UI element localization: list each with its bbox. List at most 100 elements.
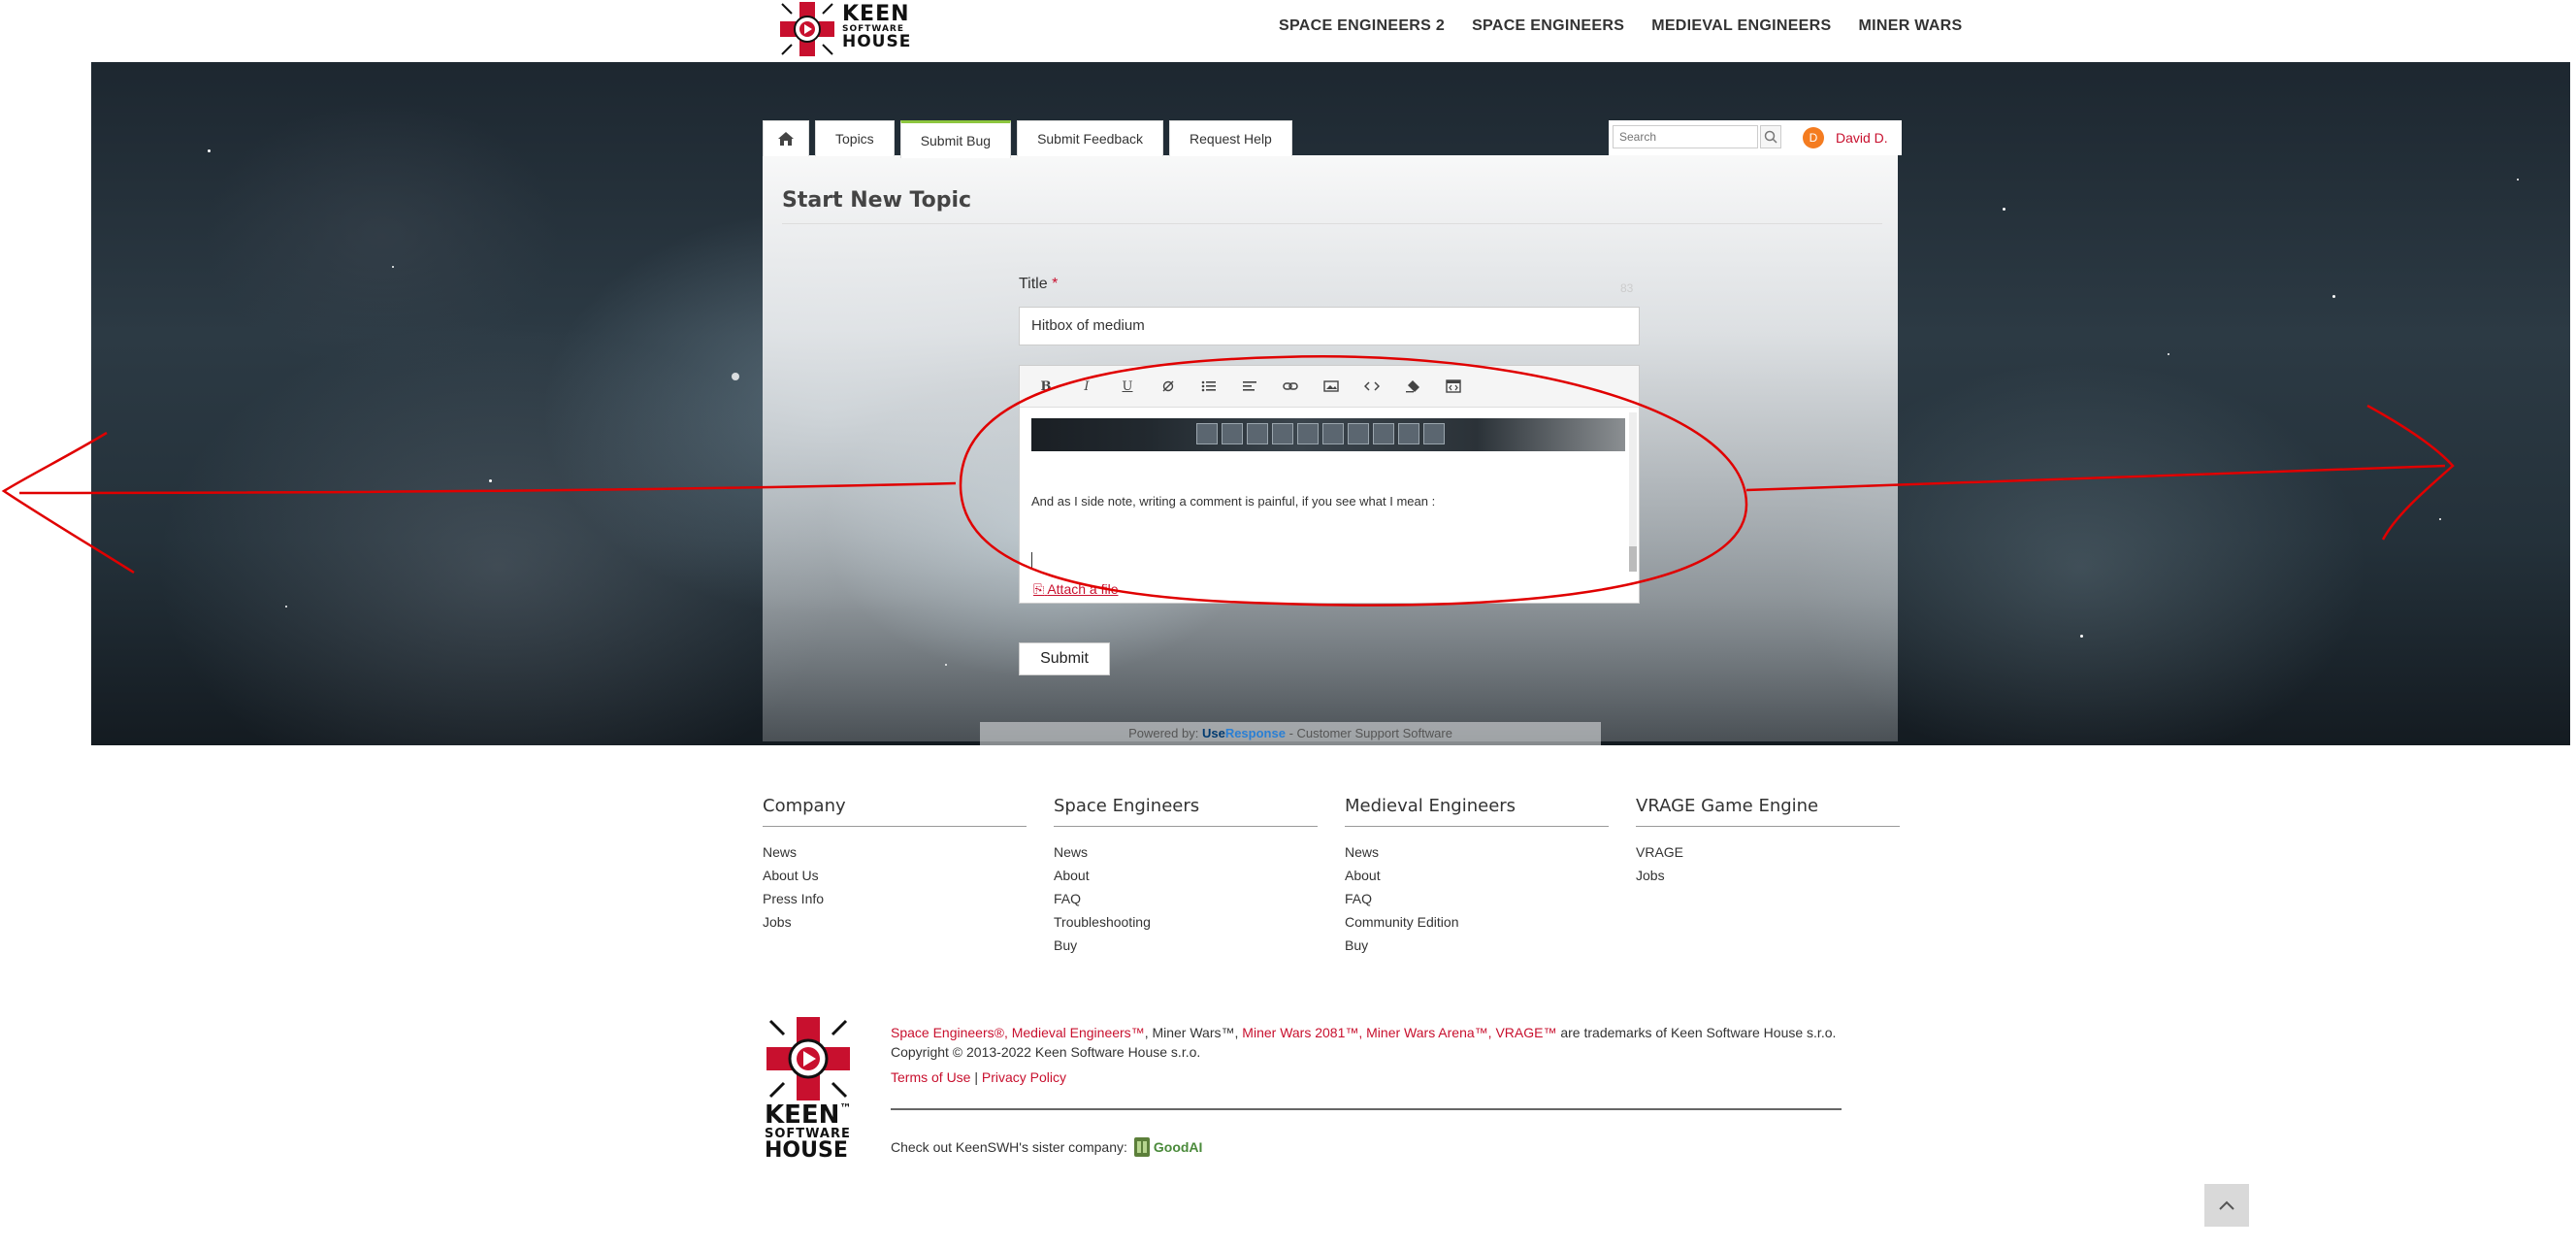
footer-column-medieval-engineers: Medieval Engineers News About FAQ Commun… bbox=[1345, 796, 1609, 957]
toolbar-slot bbox=[1322, 423, 1344, 444]
title-input[interactable]: Hitbox of medium bbox=[1019, 307, 1640, 345]
rich-text-editor[interactable]: B I U And as I side note, writing a comm… bbox=[1019, 365, 1640, 604]
submit-button[interactable]: Submit bbox=[1019, 642, 1110, 675]
strikethrough-button[interactable] bbox=[1148, 372, 1189, 401]
tab-submit-bug[interactable]: Submit Bug bbox=[899, 120, 1012, 158]
goodai-logo-icon bbox=[1133, 1137, 1150, 1157]
footer-link[interactable]: Jobs bbox=[763, 910, 1027, 934]
footer-column-title: VRAGE Game Engine bbox=[1636, 796, 1900, 827]
tab-home[interactable] bbox=[763, 120, 809, 156]
code-icon bbox=[1364, 381, 1380, 391]
embed-icon bbox=[1446, 379, 1461, 393]
align-button[interactable] bbox=[1229, 372, 1270, 401]
tab-topics[interactable]: Topics bbox=[815, 120, 895, 156]
nav-space-engineers-2[interactable]: SPACE ENGINEERS 2 bbox=[1279, 17, 1445, 35]
star bbox=[2517, 179, 2519, 181]
editor-scroll-thumb[interactable] bbox=[1629, 546, 1637, 572]
privacy-link[interactable]: Privacy Policy bbox=[982, 1069, 1066, 1085]
star bbox=[392, 266, 394, 268]
eraser-icon bbox=[1406, 380, 1419, 393]
search-input[interactable] bbox=[1613, 125, 1758, 148]
user-name-link[interactable]: David D. bbox=[1836, 130, 1888, 146]
star bbox=[2332, 295, 2335, 298]
toolbar-slot bbox=[1398, 423, 1419, 444]
star bbox=[208, 149, 211, 152]
topic-tabs: Topics Submit Bug Submit Feedback Reques… bbox=[763, 120, 1292, 158]
top-navigation: SPACE ENGINEERS 2 SPACE ENGINEERS MEDIEV… bbox=[1279, 17, 1963, 35]
star bbox=[2080, 635, 2083, 638]
keen-logo[interactable]: KEEN SOFTWARE HOUSE bbox=[778, 0, 914, 58]
list-button[interactable] bbox=[1189, 372, 1229, 401]
nav-space-engineers[interactable]: SPACE ENGINEERS bbox=[1472, 17, 1624, 35]
footer-link[interactable]: About bbox=[1054, 864, 1318, 887]
title-char-counter: 83 bbox=[1620, 281, 1634, 295]
search-icon bbox=[1764, 130, 1777, 144]
footer-link[interactable]: VRAGE bbox=[1636, 840, 1900, 864]
footer-link[interactable]: About Us bbox=[763, 864, 1027, 887]
goodai-link[interactable]: GoodAI bbox=[1133, 1135, 1202, 1159]
keen-emblem-icon bbox=[780, 2, 834, 56]
italic-icon: I bbox=[1084, 378, 1090, 394]
footer-link[interactable]: FAQ bbox=[1054, 887, 1318, 910]
embed-button[interactable] bbox=[1433, 372, 1474, 401]
title-divider bbox=[782, 223, 1882, 224]
page-title: Start New Topic bbox=[782, 188, 972, 213]
image-icon bbox=[1323, 380, 1339, 392]
footer-link[interactable]: Troubleshooting bbox=[1054, 910, 1318, 934]
italic-button[interactable]: I bbox=[1066, 372, 1107, 401]
link-icon bbox=[1283, 382, 1298, 390]
toolbar-slot bbox=[1247, 423, 1268, 444]
footer-link[interactable]: News bbox=[1054, 840, 1318, 864]
code-button[interactable] bbox=[1352, 372, 1392, 401]
search-button[interactable] bbox=[1760, 125, 1781, 148]
footer-link[interactable]: Buy bbox=[1345, 934, 1609, 957]
footer-link[interactable]: News bbox=[763, 840, 1027, 864]
footer-column-company: Company News About Us Press Info Jobs bbox=[763, 796, 1027, 934]
footer-link[interactable]: Community Edition bbox=[1345, 910, 1609, 934]
editor-toolbar: B I U bbox=[1020, 366, 1639, 408]
title-label: Title * bbox=[1019, 276, 1059, 292]
embedded-screenshot bbox=[1031, 418, 1625, 451]
toolbar-slot bbox=[1423, 423, 1445, 444]
align-icon bbox=[1243, 381, 1256, 391]
star bbox=[285, 606, 287, 608]
star bbox=[2168, 353, 2169, 355]
toolbar-slot bbox=[1196, 423, 1218, 444]
footer-keen-emblem-icon bbox=[766, 1017, 850, 1100]
nav-miner-wars[interactable]: MINER WARS bbox=[1859, 17, 1963, 35]
editor-scrollbar[interactable] bbox=[1629, 412, 1637, 572]
underline-button[interactable]: U bbox=[1107, 372, 1148, 401]
star bbox=[489, 479, 492, 482]
userresponse-link[interactable]: UseResponse bbox=[1202, 726, 1286, 740]
clear-format-button[interactable] bbox=[1392, 372, 1433, 401]
star bbox=[2003, 208, 2005, 211]
tab-submit-feedback[interactable]: Submit Feedback bbox=[1017, 120, 1164, 156]
copyright: Copyright © 2013-2022 Keen Software Hous… bbox=[891, 1044, 1201, 1060]
nav-medieval-engineers[interactable]: MEDIEVAL ENGINEERS bbox=[1651, 17, 1831, 35]
footer-logo-wordmark: KEEN™ SOFTWARE HOUSE bbox=[765, 1100, 852, 1163]
image-button[interactable] bbox=[1311, 372, 1352, 401]
sister-company: Check out KeenSWH's sister company: Good… bbox=[891, 1135, 1202, 1159]
terms-link[interactable]: Terms of Use bbox=[891, 1069, 970, 1085]
footer-link[interactable]: Press Info bbox=[763, 887, 1027, 910]
search-user-bar: D David D. bbox=[1609, 120, 1902, 155]
chevron-up-icon bbox=[2219, 1200, 2234, 1210]
footer-column-title: Medieval Engineers bbox=[1345, 796, 1609, 827]
footer-link[interactable]: FAQ bbox=[1345, 887, 1609, 910]
footer-link[interactable]: Jobs bbox=[1636, 864, 1900, 887]
footer-legal: Space Engineers®, Medieval Engineers™, M… bbox=[891, 1025, 1837, 1085]
footer-link[interactable]: About bbox=[1345, 864, 1609, 887]
tab-request-help[interactable]: Request Help bbox=[1169, 120, 1292, 156]
scroll-to-top-button[interactable] bbox=[2204, 1184, 2249, 1227]
logo-wordmark: KEEN SOFTWARE HOUSE bbox=[842, 2, 912, 51]
footer-link[interactable]: News bbox=[1345, 840, 1609, 864]
user-avatar[interactable]: D bbox=[1803, 127, 1824, 148]
footer-column-space-engineers: Space Engineers News About FAQ Troublesh… bbox=[1054, 796, 1318, 957]
link-button[interactable] bbox=[1270, 372, 1311, 401]
toolbar-slot bbox=[1297, 423, 1319, 444]
toolbar-slot bbox=[1373, 423, 1394, 444]
footer-link[interactable]: Buy bbox=[1054, 934, 1318, 957]
trademark-line: Space Engineers®, Medieval Engineers™, M… bbox=[891, 1025, 1837, 1040]
bold-button[interactable]: B bbox=[1026, 372, 1066, 401]
attach-file-link[interactable]: ⎘ Attach a file bbox=[1033, 581, 1118, 598]
